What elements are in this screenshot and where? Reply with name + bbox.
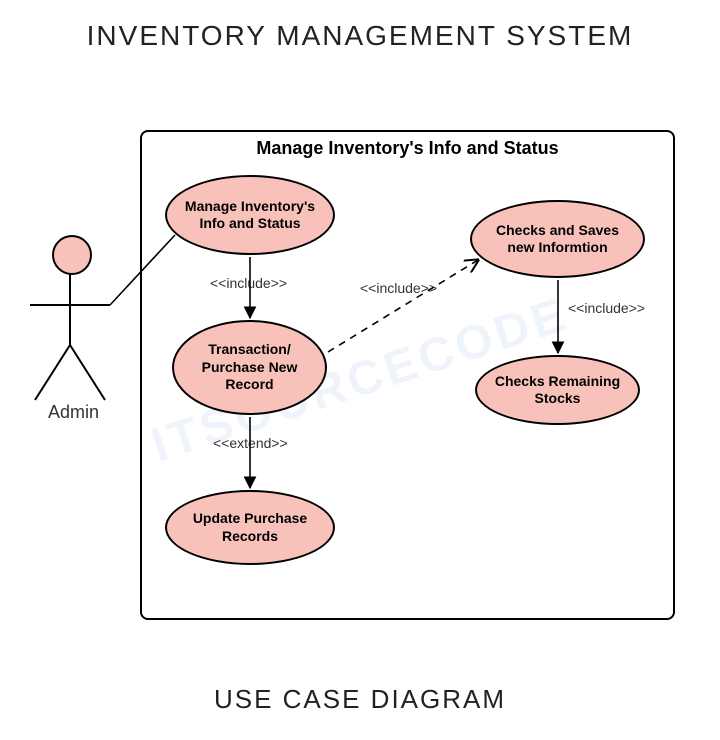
usecase-label: Checks and Saves new Informtion [482,222,633,257]
relation-extend: <<extend>> [213,435,288,451]
usecase-remaining-stocks: Checks Remaining Stocks [475,355,640,425]
relation-include-2: <<include>> [360,280,437,296]
relation-include-3: <<include>> [568,300,645,316]
usecase-label: Checks Remaining Stocks [487,373,628,408]
usecase-label: Update Purchase Records [177,510,323,545]
usecase-label: Manage Inventory's Info and Status [177,198,323,233]
usecase-update-records: Update Purchase Records [165,490,335,565]
usecase-transaction-record: Transaction/ Purchase New Record [172,320,327,415]
usecase-manage-info: Manage Inventory's Info and Status [165,175,335,255]
relation-include-1: <<include>> [210,275,287,291]
actor-head-icon [52,235,92,275]
usecase-checks-saves: Checks and Saves new Informtion [470,200,645,278]
diagram-title: INVENTORY MANAGEMENT SYSTEM [0,20,720,52]
actor-label: Admin [48,402,99,423]
system-title: Manage Inventory's Info and Status [142,138,673,159]
diagram-footer: USE CASE DIAGRAM [0,684,720,715]
usecase-label: Transaction/ Purchase New Record [184,341,315,394]
